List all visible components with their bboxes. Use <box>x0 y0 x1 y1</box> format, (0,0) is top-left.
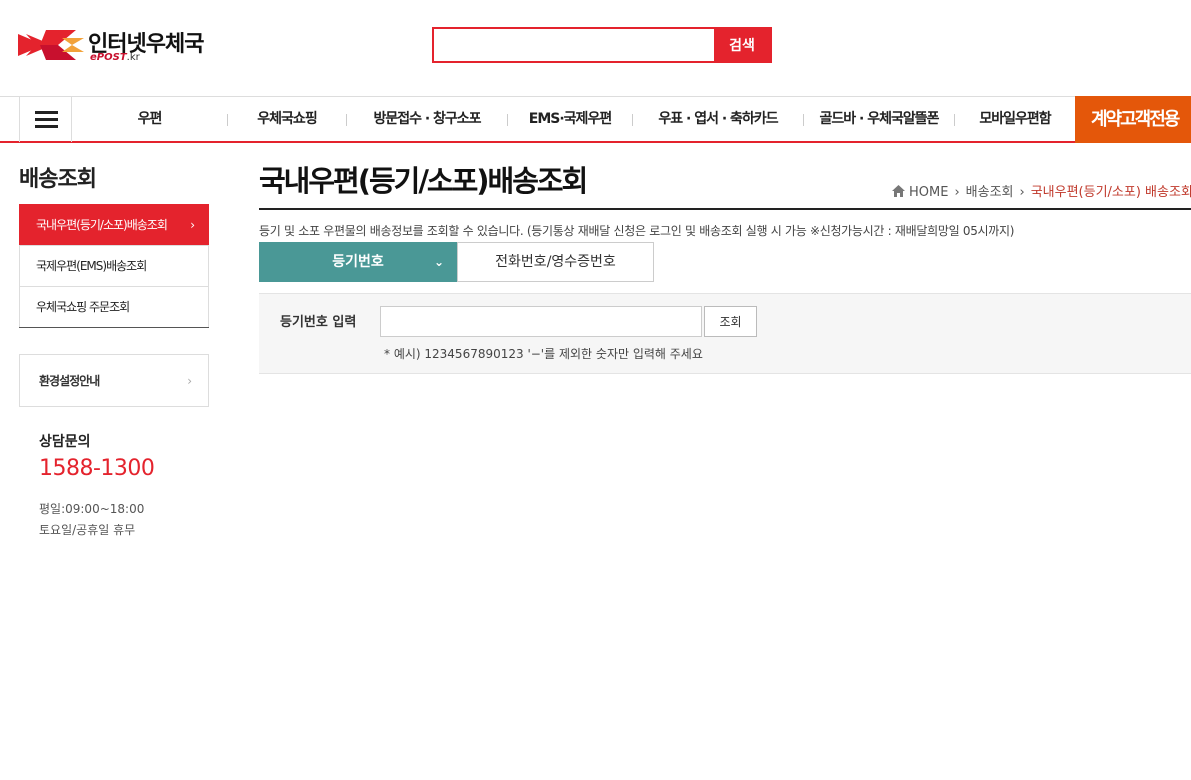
customer-service-title: 상담문의 <box>39 434 91 450</box>
nav-item-contract-customers[interactable]: 계약고객전용 <box>1075 96 1191 143</box>
side-nav-item-label: 국내우편(등기/소포)배송조회 <box>36 218 168 232</box>
nav-item-goldbar-mvno[interactable]: 골드바 · 우체국알뜰폰 <box>804 97 954 142</box>
chevron-right-icon: › <box>187 374 192 388</box>
epost-logo-icon <box>18 30 84 60</box>
side-nav-item-ems-tracking[interactable]: 국제우편(EMS)배송조회 <box>19 245 209 286</box>
lookup-button[interactable]: 조회 <box>704 306 757 337</box>
breadcrumb-tracking[interactable]: 배송조회 <box>966 185 1014 200</box>
nav-item-visit-pickup[interactable]: 방문접수 · 창구소포 <box>347 97 507 142</box>
nav-item-shopping[interactable]: 우체국쇼핑 <box>228 97 346 142</box>
customer-service-phone: 1588-1300 <box>39 456 155 481</box>
nav-item-mobile-mailbox[interactable]: 모바일우편함 <box>955 97 1075 142</box>
breadcrumb-current: 국내우편(등기/소포) 배송조회 <box>1030 185 1191 200</box>
side-nav-item-label: 국제우편(EMS)배송조회 <box>36 259 147 273</box>
chevron-down-icon: ⌄ <box>433 255 444 269</box>
breadcrumb-separator: › <box>1019 185 1025 200</box>
nav-item-ems[interactable]: EMS·국제우편 <box>508 97 632 142</box>
hamburger-icon-bar <box>35 118 58 121</box>
side-nav-list: 국내우편(등기/소포)배송조회 › 국제우편(EMS)배송조회 우체국쇼핑 주문… <box>19 204 209 328</box>
tab-phone-receipt-number[interactable]: 전화번호/영수증번호 <box>457 242 654 282</box>
title-divider <box>259 208 1191 210</box>
side-nav-item-shopping-order[interactable]: 우체국쇼핑 주문조회 <box>19 286 209 327</box>
hamburger-icon-bar <box>35 125 58 128</box>
tracking-number-input[interactable] <box>380 306 702 337</box>
tab-registration-number[interactable]: 등기번호 ⌄ <box>259 242 457 282</box>
logo-sub: ePOST.kr <box>90 52 140 63</box>
customer-service-hours-weekday: 평일:09:00~18:00 <box>39 502 145 516</box>
side-nav-title: 배송조회 <box>19 167 97 192</box>
search-box: 검색 <box>432 27 772 63</box>
breadcrumb-home[interactable]: HOME <box>909 185 948 200</box>
nav-item-mail[interactable]: 우편 <box>72 97 227 142</box>
epost-logo[interactable]: 인터넷우체국 ePOST.kr <box>18 26 208 66</box>
environment-settings-link[interactable]: 환경설정안내 › <box>19 354 209 407</box>
breadcrumb-separator: › <box>954 185 960 200</box>
hamburger-icon <box>35 111 58 114</box>
header: 인터넷우체국 ePOST.kr 검색 <box>0 0 1191 96</box>
breadcrumb: HOME › 배송조회 › 국내우편(등기/소포) 배송조회 <box>892 181 1191 200</box>
tracking-form: 등기번호 입력 조회 * 예시) 1234567890123 '−'를 제외한 … <box>259 293 1191 374</box>
tracking-number-label: 등기번호 입력 <box>280 315 357 330</box>
tab-label: 등기번호 <box>332 254 384 270</box>
logo-sub-brand: ePOST <box>90 52 127 63</box>
search-input[interactable] <box>434 29 716 61</box>
menu-toggle-button[interactable] <box>19 97 72 142</box>
chevron-right-icon: › <box>190 218 195 232</box>
search-button[interactable]: 검색 <box>714 29 770 61</box>
input-hint: * 예시) 1234567890123 '−'를 제외한 숫자만 입력해 주세요 <box>384 347 703 361</box>
home-icon <box>892 185 905 197</box>
logo-sub-domain: .kr <box>126 52 140 63</box>
side-nav-item-domestic-tracking[interactable]: 국내우편(등기/소포)배송조회 › <box>19 204 209 245</box>
side-nav-item-label: 우체국쇼핑 주문조회 <box>36 300 130 314</box>
nav-item-stamps-cards[interactable]: 우표 · 엽서 · 축하카드 <box>633 97 803 142</box>
tab-label: 전화번호/영수증번호 <box>495 254 616 270</box>
page-title: 국내우편(등기/소포)배송조회 <box>259 164 588 198</box>
page-description: 등기 및 소포 우편물의 배송정보를 조회할 수 있습니다. (등기통상 재배달… <box>259 224 1015 238</box>
customer-service-hours-weekend: 토요일/공휴일 휴무 <box>39 523 136 537</box>
global-nav: 우편 우체국쇼핑 방문접수 · 창구소포 EMS·국제우편 우표 · 엽서 · … <box>0 96 1191 143</box>
environment-settings-label: 환경설정안내 <box>39 374 100 388</box>
